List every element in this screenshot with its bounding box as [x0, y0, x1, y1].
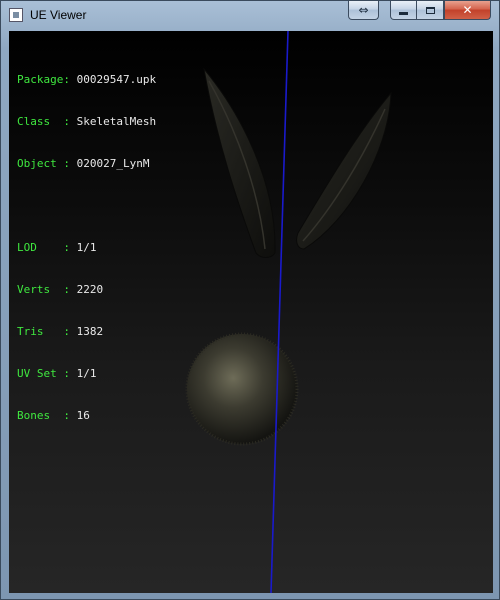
info-value: 020027_LynM [76, 157, 150, 170]
info-row-object: Object : 020027_LynM [17, 157, 156, 171]
info-row-bones: Bones : 16 [17, 409, 156, 423]
info-row-package: Package: 00029547.upk [17, 73, 156, 87]
app-icon[interactable] [9, 8, 23, 22]
resize-toggle-button[interactable]: ⇔ [348, 1, 379, 20]
info-sep: : [63, 409, 77, 422]
left-ear-mesh [203, 67, 276, 258]
info-value: 16 [76, 409, 90, 422]
info-row-uvset: UV Set : 1/1 [17, 367, 156, 381]
minimize-icon [399, 11, 408, 15]
info-sep: : [63, 157, 77, 170]
info-value: SkeletalMesh [76, 115, 157, 128]
info-sep: : [63, 367, 77, 380]
close-button[interactable]: ✕ [444, 1, 491, 20]
3d-viewport[interactable]: Package: 00029547.upk Class : SkeletalMe… [9, 31, 493, 593]
info-row-class: Class : SkeletalMesh [17, 115, 156, 129]
info-value: 1/1 [76, 241, 97, 254]
title-bar[interactable]: UE Viewer ⇔ ✕ [1, 1, 499, 30]
info-value: 00029547.upk [76, 73, 157, 86]
mesh-info-panel: Package: 00029547.upk Class : SkeletalMe… [17, 45, 156, 451]
info-row-tris: Tris : 1382 [17, 325, 156, 339]
info-label: Verts [17, 283, 64, 296]
info-label: Class [17, 115, 64, 128]
info-label: Object [17, 157, 64, 170]
info-sep: : [63, 325, 77, 338]
info-value: 1/1 [76, 367, 97, 380]
info-sep: : [63, 115, 77, 128]
info-sep: : [63, 241, 77, 254]
maximize-button[interactable] [417, 1, 444, 20]
info-row-verts: Verts : 2220 [17, 283, 156, 297]
info-label: Bones [17, 409, 64, 422]
info-label: UV Set [17, 367, 64, 380]
minimize-button[interactable] [390, 1, 417, 20]
info-sep: : [63, 283, 77, 296]
info-value: 2220 [76, 283, 104, 296]
info-sep: : [63, 73, 77, 86]
info-label: Tris [17, 325, 64, 338]
axis-line [270, 31, 289, 593]
info-label: Package [17, 73, 64, 86]
info-row-lod: LOD : 1/1 [17, 241, 156, 255]
info-value: 1382 [76, 325, 104, 338]
window-title: UE Viewer [30, 8, 87, 22]
maximize-icon [425, 6, 435, 14]
app-window: UE Viewer ⇔ ✕ Package: 00029547.upk Clas… [0, 0, 500, 600]
info-label: LOD [17, 241, 64, 254]
right-ear-mesh [296, 91, 392, 250]
